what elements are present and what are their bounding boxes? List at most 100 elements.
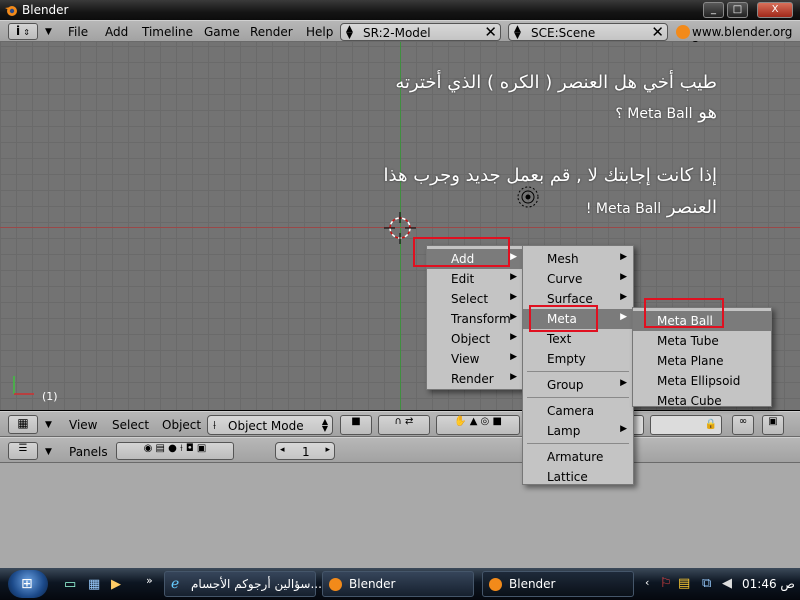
page-number: 1 [302,445,310,459]
menu-object[interactable]: Object [162,418,201,432]
menu-item-text[interactable]: Text [523,329,633,349]
menu-item-lattice[interactable]: Lattice [523,467,633,487]
start-button[interactable]: ⊞ [8,570,48,598]
scene-name: SCE:Scene [531,26,596,40]
axis-gizmo-icon [13,376,34,395]
menu-item-label: Lamp [547,424,581,438]
volume-icon[interactable]: ◀ [722,576,732,591]
window-titlebar: Blender _ □ X [0,0,800,20]
quicklaunch-more-icon[interactable]: » [146,574,153,587]
menu-item-meta-tube[interactable]: Meta Tube [633,331,771,351]
delete-scene-icon[interactable]: ✕ [651,23,664,41]
menu-item-empty[interactable]: Empty [523,349,633,369]
buttons-window-icon: ☰ [18,443,28,454]
screen-selector[interactable]: ▲ ▼ SR:2-Model ✕ [340,23,501,41]
menu-item-label: Meta Plane [657,354,724,368]
menu-item-label: Transform [451,312,511,326]
menu-item-curve[interactable]: Curve ▶ [523,269,633,289]
menu-item-meta-plane[interactable]: Meta Plane [633,351,771,371]
collapse-triangle-icon[interactable]: ▼ [45,420,52,430]
menu-item-group[interactable]: Group ▶ [523,375,633,395]
menu-separator [527,371,629,372]
close-window-button[interactable]: X [757,2,793,18]
editor-type-button[interactable]: i ⇕ [8,23,38,40]
collapse-triangle-icon[interactable]: ▼ [45,27,52,37]
menu-game[interactable]: Game [204,25,240,39]
folder-icon[interactable]: ▤ [678,576,690,591]
submenu-arrow-icon: ▶ [620,292,627,302]
menu-render[interactable]: Render [250,25,293,39]
layer-buttons-right[interactable]: 🔒 [650,415,722,435]
menu-select[interactable]: Select [112,418,149,432]
submenu-arrow-icon: ▶ [510,332,517,342]
menu-item-select[interactable]: Select ▶ [427,289,523,309]
mode-selector[interactable]: ⟊ Object Mode ▲ ▼ [207,415,333,435]
magnet-icon: ∩ ⇄ [394,416,414,427]
blender-logo-icon [329,578,342,591]
menu-item-label: Mesh [547,252,579,266]
menu-item-label: Render [451,372,494,386]
tutorial-text-line-4: العنصر Meta Ball ! [585,197,717,218]
menu-item-object[interactable]: Object ▶ [427,329,523,349]
info-header: i ⇕ ▼ File Add Timeline Game Render Help… [0,20,800,53]
pivot-button[interactable]: ∩ ⇄ [378,415,430,435]
menu-item-label: Surface [547,292,593,306]
menu-item-view[interactable]: View ▶ [427,349,523,369]
arrow-left-icon[interactable]: ◂ [280,445,285,455]
editor-type-button[interactable]: ☰ [8,442,38,460]
editor-type-button[interactable]: ▦ [8,415,38,434]
minimize-button[interactable]: _ [703,2,724,18]
menu-item-lamp[interactable]: Lamp ▶ [523,421,633,441]
manipulator-buttons[interactable]: ✋ ▲ ◎ ■ [436,415,520,435]
buttons-header: ☰ ▼ Panels ◉ ▤ ● ⟊ ◘ ▣ ◂ 1 ▸ [0,437,800,463]
taskbar-item-label: Blender [349,577,396,591]
taskbar-item-browser[interactable]: ℯ سؤالين أرجوكم الأجسام... [164,571,322,597]
page-number-field[interactable]: ◂ 1 ▸ [275,442,335,460]
arrow-right-icon[interactable]: ▸ [325,445,330,455]
object-mode-icon: ⟊ [213,418,217,432]
blender-logo-icon [5,6,17,16]
maximize-button[interactable]: □ [727,2,748,18]
collapse-triangle-icon[interactable]: ▼ [45,447,52,457]
mode-label: Object Mode [228,419,304,433]
menu-timeline[interactable]: Timeline [142,25,193,39]
menu-view[interactable]: View [69,418,97,432]
menu-file[interactable]: File [68,25,88,39]
panel-context-buttons[interactable]: ◉ ▤ ● ⟊ ◘ ▣ [116,442,234,460]
menu-help[interactable]: Help [306,25,333,39]
menu-item-label: Empty [547,352,586,366]
media-player-icon[interactable]: ▶ [111,577,121,592]
menu-item-camera[interactable]: Camera [523,401,633,421]
scene-selector[interactable]: ▲ ▼ SCE:Scene ✕ [508,23,668,41]
taskbar-item-blender-2[interactable]: Blender [482,571,634,597]
menu-item-render[interactable]: Render ▶ [427,369,523,389]
annotation-box-meta [529,305,598,332]
menu-add[interactable]: Add [105,25,128,39]
menu-item-mesh[interactable]: Mesh ▶ [523,249,633,269]
link-icon[interactable]: ∞ [732,415,754,435]
show-desktop-icon[interactable]: ▭ [64,577,76,592]
tray-expand-icon[interactable]: ‹ [645,576,649,589]
lamp-object-icon[interactable] [516,185,540,209]
draw-type-button[interactable]: ■ [340,415,372,435]
submenu-arrow-icon: ▶ [510,292,517,302]
menu-item-label: Camera [547,404,595,418]
menu-item-meta-ellipsoid[interactable]: Meta Ellipsoid [633,371,771,391]
submenu-arrow-icon: ▶ [510,372,517,382]
3d-cursor-icon [384,212,416,244]
switch-windows-icon[interactable]: ▦ [88,577,100,592]
internet-explorer-icon: ℯ [171,576,180,592]
security-icon[interactable]: ⚐ [660,576,672,591]
menu-item-edit[interactable]: Edit ▶ [427,269,523,289]
3d-view-header: ▦ ▼ View Select Object ⟊ Object Mode ▲ ▼ … [0,411,800,437]
window-title: Blender [22,3,69,17]
menu-item-transform[interactable]: Transform ▶ [427,309,523,329]
render-view-icon[interactable]: ▣ [762,415,784,435]
delete-screen-icon[interactable]: ✕ [484,23,497,41]
network-icon[interactable]: ⧉ [702,576,711,591]
taskbar-item-blender-1[interactable]: Blender [322,571,474,597]
menu-item-meta-cube[interactable]: Meta Cube [633,391,771,411]
updown-arrows-icon: ⇕ [23,28,30,37]
hand-icon: ✋ ▲ ◎ ■ [454,416,502,427]
menu-item-armature[interactable]: Armature [523,447,633,467]
